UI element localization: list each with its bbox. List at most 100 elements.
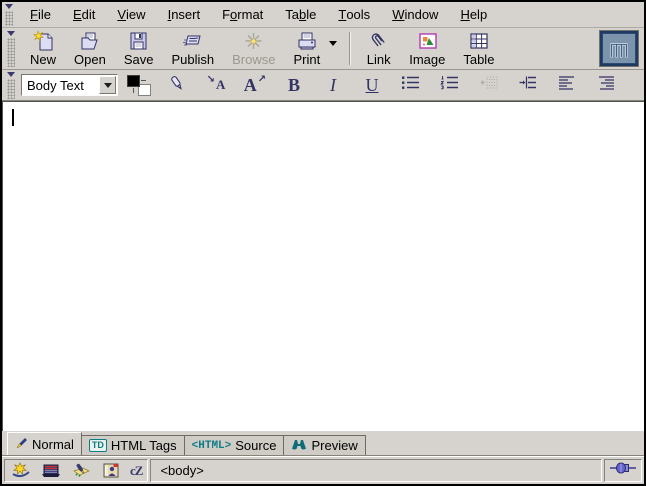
status-bar: cZ <body> bbox=[2, 456, 644, 484]
element-path-cell[interactable]: <body> bbox=[150, 459, 602, 482]
grippy-dots bbox=[5, 11, 13, 26]
menu-table[interactable]: Table bbox=[274, 2, 327, 27]
composer-icon[interactable] bbox=[70, 462, 92, 479]
menu-label: Ta bbox=[285, 7, 299, 22]
collapse-arrow-icon bbox=[7, 31, 15, 36]
print-dropdown-arrow[interactable] bbox=[329, 41, 337, 46]
larger-a-glyph: A bbox=[244, 75, 257, 96]
online-status-cell[interactable] bbox=[604, 459, 642, 482]
highlight-pen-icon bbox=[166, 74, 188, 97]
tab-source-label: Source bbox=[235, 438, 276, 453]
menu-window[interactable]: Window bbox=[381, 2, 449, 27]
browse-button-label: Browse bbox=[232, 52, 275, 67]
tab-html-tags[interactable]: TD HTML Tags bbox=[82, 435, 185, 455]
increase-font-size-button[interactable]: A↗ bbox=[242, 72, 268, 98]
tab-preview[interactable]: Preview bbox=[284, 435, 365, 455]
component-bar: cZ bbox=[4, 459, 148, 482]
print-icon bbox=[294, 30, 319, 52]
menu-insert[interactable]: Insert bbox=[157, 2, 212, 27]
menu-file[interactable]: File bbox=[19, 2, 62, 27]
underline-icon: U bbox=[366, 76, 379, 94]
menu-label: elp bbox=[470, 7, 487, 22]
html-source-icon: <HTML> bbox=[192, 440, 232, 452]
bullet-list-icon bbox=[401, 75, 421, 95]
table-button-label: Table bbox=[463, 52, 494, 67]
paragraph-format-dropdown-button[interactable] bbox=[99, 76, 116, 94]
composer-window: File Edit View Insert Format Table Tools… bbox=[0, 0, 646, 486]
menu-tools[interactable]: Tools bbox=[327, 2, 381, 27]
grippy-dots bbox=[7, 38, 15, 67]
link-button[interactable]: Link bbox=[357, 29, 400, 68]
save-floppy-icon bbox=[126, 30, 151, 52]
menu-view[interactable]: View bbox=[106, 2, 156, 27]
color-tick bbox=[133, 88, 134, 93]
indent-icon bbox=[518, 75, 538, 95]
image-button[interactable]: Image bbox=[400, 29, 454, 68]
open-button-label: Open bbox=[74, 52, 106, 67]
outdent-button bbox=[476, 72, 502, 98]
tab-normal-label: Normal bbox=[32, 437, 74, 452]
menu-label: V bbox=[117, 7, 126, 22]
text-color-swatch[interactable] bbox=[127, 75, 140, 87]
highlight-color-button[interactable] bbox=[164, 72, 190, 98]
paragraph-format-select[interactable]: Body Text bbox=[21, 74, 118, 96]
tab-normal[interactable]: Normal bbox=[7, 432, 82, 455]
browse-icon bbox=[241, 30, 266, 52]
align-left-button[interactable] bbox=[554, 72, 580, 98]
editor-canvas[interactable] bbox=[2, 101, 644, 431]
mozilla-logo-icon bbox=[602, 33, 636, 64]
publish-button-label: Publish bbox=[171, 52, 214, 67]
table-button[interactable]: Table bbox=[454, 29, 503, 68]
bold-icon: B bbox=[288, 76, 300, 94]
indent-button[interactable] bbox=[515, 72, 541, 98]
underline-button[interactable]: U bbox=[359, 72, 385, 98]
menu-bar: File Edit View Insert Format Table Tools… bbox=[2, 2, 644, 28]
main-toolbar-grippy[interactable] bbox=[5, 30, 17, 67]
bullet-list-button[interactable] bbox=[398, 72, 424, 98]
bold-button[interactable]: B bbox=[281, 72, 307, 98]
decrease-font-size-button[interactable]: ↘A bbox=[203, 72, 229, 98]
link-button-label: Link bbox=[367, 52, 391, 67]
address-book-icon[interactable] bbox=[100, 462, 122, 479]
chatzilla-icon[interactable]: cZ bbox=[130, 463, 142, 479]
tab-html-tags-label: HTML Tags bbox=[111, 438, 177, 453]
publish-button[interactable]: Publish bbox=[162, 29, 223, 68]
new-page-icon bbox=[31, 30, 56, 52]
element-path: <body> bbox=[160, 463, 203, 478]
tab-source[interactable]: <HTML> Source bbox=[185, 435, 285, 455]
menu-label: indow bbox=[404, 7, 438, 22]
format-toolbar-grippy[interactable] bbox=[5, 71, 17, 99]
tab-preview-label: Preview bbox=[311, 438, 357, 453]
navigator-icon[interactable] bbox=[10, 462, 32, 479]
open-button[interactable]: Open bbox=[65, 29, 115, 68]
numbered-list-icon bbox=[440, 75, 460, 95]
menu-label: E bbox=[73, 7, 82, 22]
text-color-picker[interactable] bbox=[127, 75, 151, 96]
menu-label: H bbox=[460, 7, 469, 22]
paragraph-format-value: Body Text bbox=[22, 78, 99, 93]
print-button[interactable]: Print bbox=[284, 29, 329, 68]
align-right-button[interactable] bbox=[593, 72, 619, 98]
image-button-label: Image bbox=[409, 52, 445, 67]
mozilla-throbber[interactable] bbox=[599, 30, 639, 67]
format-toolbar: Body Text ↘A A↗ B I U bbox=[2, 70, 644, 101]
menu-label: ile bbox=[38, 7, 51, 22]
numbered-list-button[interactable] bbox=[437, 72, 463, 98]
text-caret bbox=[12, 109, 14, 126]
link-paperclip-icon bbox=[366, 30, 391, 52]
save-button[interactable]: Save bbox=[115, 29, 163, 68]
menu-edit[interactable]: Edit bbox=[62, 2, 106, 27]
new-button[interactable]: New bbox=[21, 29, 65, 68]
italic-button[interactable]: I bbox=[320, 72, 346, 98]
menu-label: iew bbox=[126, 7, 146, 22]
menu-format[interactable]: Format bbox=[211, 2, 274, 27]
menu-label: ools bbox=[346, 7, 370, 22]
menu-label: o bbox=[230, 7, 237, 22]
menu-label: T bbox=[338, 7, 346, 22]
menubar-grippy[interactable] bbox=[3, 3, 15, 26]
mail-icon[interactable] bbox=[40, 462, 62, 479]
menu-label: le bbox=[306, 7, 316, 22]
menu-help[interactable]: Help bbox=[449, 2, 498, 27]
print-button-label: Print bbox=[293, 52, 320, 67]
menu-label: b bbox=[299, 7, 306, 22]
